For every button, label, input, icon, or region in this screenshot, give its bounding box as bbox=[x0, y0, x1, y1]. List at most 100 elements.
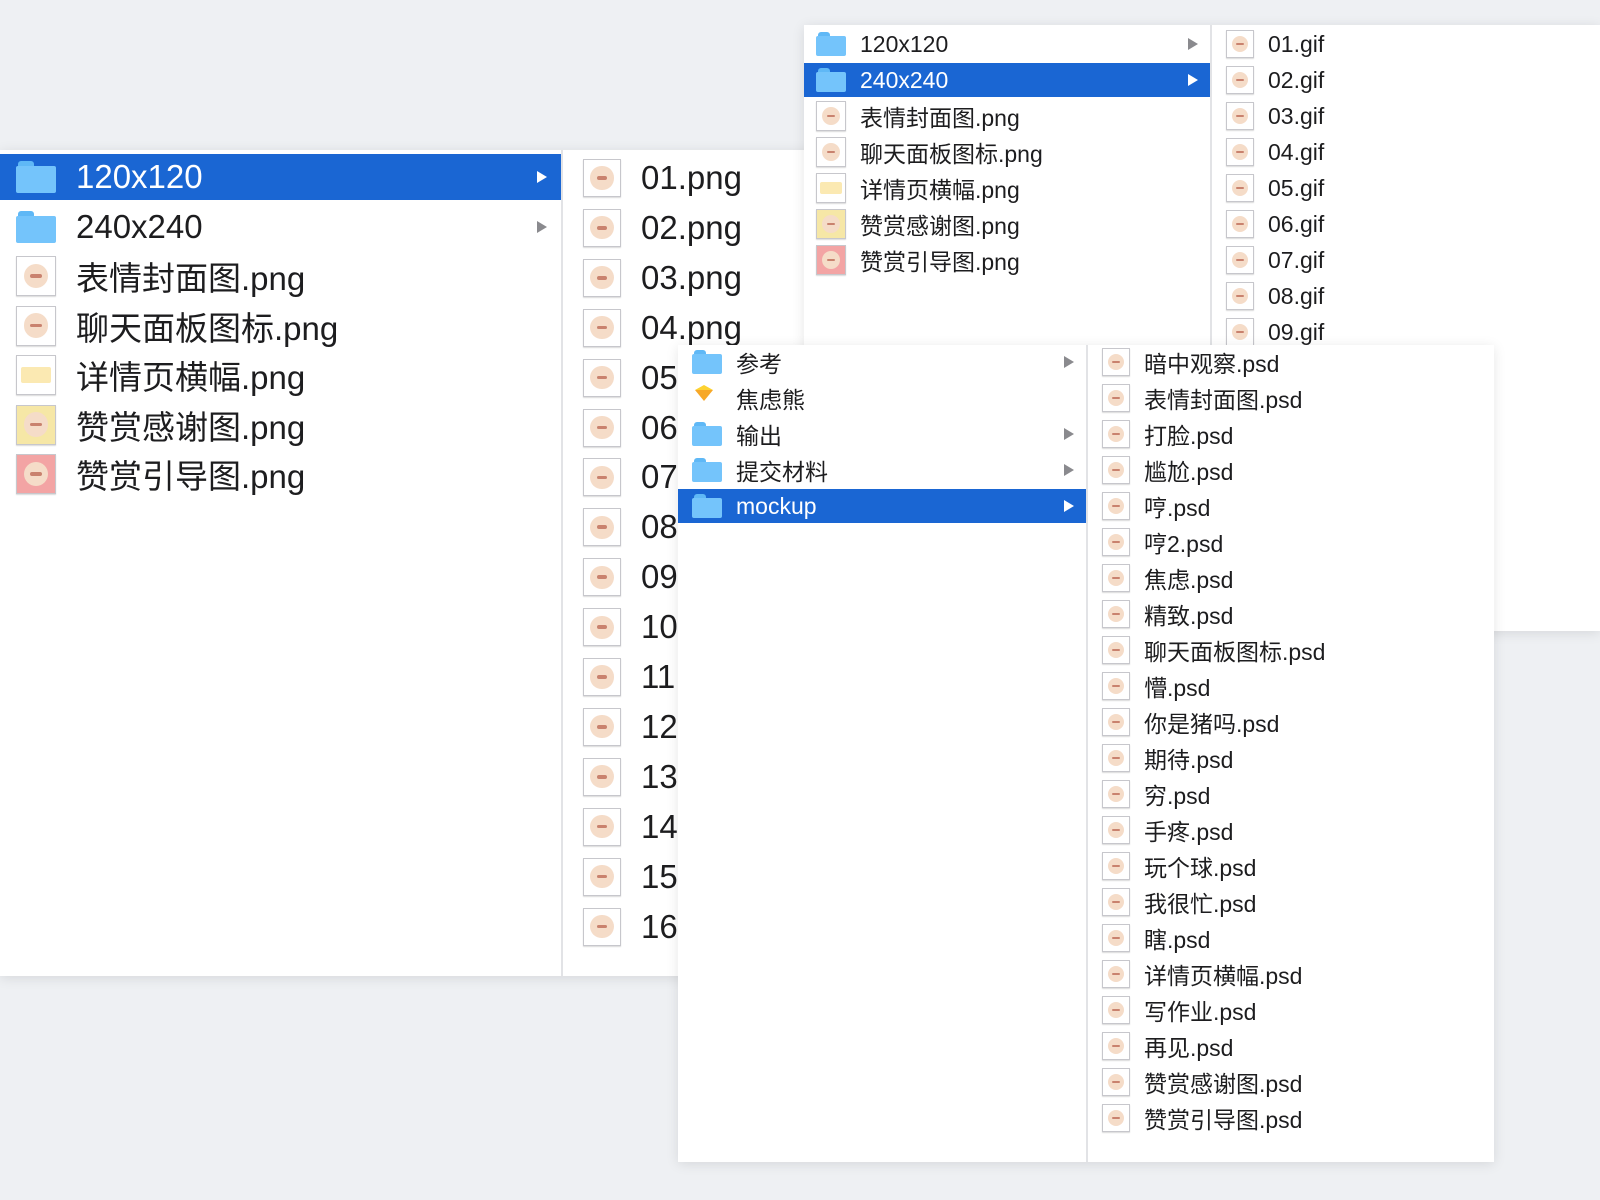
file-row[interactable]: 表情封面图.png bbox=[0, 253, 561, 299]
file-row[interactable]: 参考 bbox=[678, 345, 1086, 379]
item-label: 瞎.psd bbox=[1144, 927, 1211, 953]
image-icon bbox=[16, 404, 56, 445]
file-row[interactable]: 240x240 bbox=[804, 63, 1210, 97]
image-icon bbox=[1102, 816, 1130, 844]
file-row[interactable]: 赞赏感谢图.psd bbox=[1088, 1065, 1494, 1099]
file-row[interactable]: 打脸.psd bbox=[1088, 417, 1494, 451]
column-bottom-level1[interactable]: 参考焦虑熊输出提交材料 mockup bbox=[678, 345, 1088, 1162]
file-row[interactable]: 01.png bbox=[563, 156, 820, 200]
file-row[interactable]: 赞赏引导图.png bbox=[0, 451, 561, 497]
item-label: 输出 bbox=[736, 423, 782, 449]
column-bottom-level2[interactable]: 暗中观察.psd 表情封面图.psd 打脸.psd 尴尬.psd 哼.psd 哼2.psd… bbox=[1088, 345, 1494, 1162]
image-icon bbox=[1102, 960, 1130, 988]
item-label: 07.gif bbox=[1268, 246, 1325, 273]
item-label: 暗中观察.psd bbox=[1144, 351, 1280, 377]
image-icon bbox=[583, 408, 621, 447]
file-row[interactable]: 穷.psd bbox=[1088, 777, 1494, 811]
file-row[interactable]: 尴尬.psd bbox=[1088, 453, 1494, 487]
item-label: 08 bbox=[641, 508, 678, 546]
file-row[interactable]: 你是猪吗.psd bbox=[1088, 705, 1494, 739]
file-row[interactable]: 02.png bbox=[563, 206, 820, 250]
file-row[interactable]: 02.gif bbox=[1212, 63, 1600, 97]
file-row[interactable]: 输出 bbox=[678, 417, 1086, 451]
image-icon bbox=[1102, 1032, 1130, 1060]
file-row[interactable]: 我很忙.psd bbox=[1088, 885, 1494, 919]
image-icon bbox=[1102, 456, 1130, 484]
file-row[interactable]: 120x120 bbox=[804, 27, 1210, 61]
file-row[interactable]: 详情页横幅.png bbox=[0, 352, 561, 398]
file-row[interactable]: 瞎.psd bbox=[1088, 921, 1494, 955]
item-label: 我很忙.psd bbox=[1144, 891, 1257, 917]
file-row[interactable]: 04.gif bbox=[1212, 135, 1600, 169]
file-row[interactable]: 详情页横幅.png bbox=[804, 171, 1210, 205]
item-label: 03.gif bbox=[1268, 102, 1325, 129]
file-row[interactable]: 手疼.psd bbox=[1088, 813, 1494, 847]
file-row[interactable]: 聊天面板图标.png bbox=[0, 303, 561, 349]
item-label: 赞赏引导图.png bbox=[76, 458, 306, 495]
file-row[interactable]: 08.gif bbox=[1212, 279, 1600, 313]
file-row[interactable]: 07.gif bbox=[1212, 243, 1600, 277]
item-label: 11 bbox=[641, 658, 676, 695]
file-row[interactable]: 精致.psd bbox=[1088, 597, 1494, 631]
folder-icon bbox=[816, 68, 846, 93]
column-left-level1[interactable]: 120x120 240x240 表情封面图.png 聊天面板图标.png 详情页横幅.p… bbox=[0, 150, 563, 976]
image-icon bbox=[583, 658, 621, 696]
item-label: 120x120 bbox=[76, 158, 203, 195]
item-label: 精致.psd bbox=[1144, 603, 1234, 629]
item-label: 你是猪吗.psd bbox=[1144, 711, 1280, 737]
file-row[interactable]: 赞赏感谢图.png bbox=[804, 207, 1210, 241]
file-row[interactable]: 懵.psd bbox=[1088, 669, 1494, 703]
image-icon bbox=[1102, 600, 1130, 628]
item-label: 详情页横幅.png bbox=[860, 177, 1020, 203]
file-row[interactable]: 暗中观察.psd bbox=[1088, 345, 1494, 379]
file-row[interactable]: 再见.psd bbox=[1088, 1029, 1494, 1063]
file-row[interactable]: mockup bbox=[678, 489, 1086, 523]
file-row[interactable]: 焦虑.psd bbox=[1088, 561, 1494, 595]
file-row[interactable]: 表情封面图.png bbox=[804, 99, 1210, 133]
file-row[interactable]: 01.gif bbox=[1212, 27, 1600, 61]
image-icon bbox=[1226, 138, 1254, 166]
item-label: 期待.psd bbox=[1144, 747, 1234, 773]
item-label: 03.png bbox=[641, 258, 742, 296]
image-icon bbox=[816, 245, 846, 275]
file-row[interactable]: 06.gif bbox=[1212, 207, 1600, 241]
item-label: 07 bbox=[641, 458, 678, 496]
item-label: 表情封面图.png bbox=[860, 105, 1020, 131]
item-label: 赞赏感谢图.png bbox=[76, 408, 306, 446]
file-row[interactable]: 03.png bbox=[563, 256, 820, 300]
item-label: 01.png bbox=[641, 159, 742, 196]
file-row[interactable]: 哼.psd bbox=[1088, 489, 1494, 523]
item-label: mockup bbox=[736, 492, 817, 519]
item-label: 04.png bbox=[641, 308, 742, 346]
file-row[interactable]: 聊天面板图标.png bbox=[804, 135, 1210, 169]
item-label: 参考 bbox=[736, 351, 782, 377]
file-row[interactable]: 赞赏引导图.psd bbox=[1088, 1101, 1494, 1135]
file-row[interactable]: 表情封面图.psd bbox=[1088, 381, 1494, 415]
item-label: 06.gif bbox=[1268, 210, 1325, 237]
file-row[interactable]: 240x240 bbox=[0, 204, 561, 250]
image-icon bbox=[583, 608, 621, 647]
file-row[interactable]: 提交材料 bbox=[678, 453, 1086, 487]
image-icon bbox=[16, 305, 56, 346]
file-row[interactable]: 玩个球.psd bbox=[1088, 849, 1494, 883]
file-row[interactable]: 03.gif bbox=[1212, 99, 1600, 133]
item-label: 聊天面板图标.psd bbox=[1144, 639, 1326, 665]
file-row[interactable]: 焦虑熊 bbox=[678, 381, 1086, 415]
image-icon bbox=[1102, 348, 1130, 376]
image-icon bbox=[583, 807, 621, 846]
file-row[interactable]: 聊天面板图标.psd bbox=[1088, 633, 1494, 667]
image-icon bbox=[1102, 636, 1130, 664]
file-row[interactable]: 哼2.psd bbox=[1088, 525, 1494, 559]
file-row[interactable]: 赞赏感谢图.png bbox=[0, 402, 561, 448]
file-row[interactable]: 赞赏引导图.png bbox=[804, 243, 1210, 277]
file-row[interactable]: 04.png bbox=[563, 306, 820, 350]
file-row[interactable]: 05.gif bbox=[1212, 171, 1600, 205]
file-row[interactable]: 120x120 bbox=[0, 154, 561, 200]
file-row[interactable]: 详情页横幅.psd bbox=[1088, 957, 1494, 991]
item-label: 赞赏感谢图.png bbox=[860, 213, 1020, 239]
image-icon bbox=[1226, 174, 1254, 202]
file-row[interactable]: 期待.psd bbox=[1088, 741, 1494, 775]
file-row[interactable]: 写作业.psd bbox=[1088, 993, 1494, 1027]
file-row[interactable]: 09.gif bbox=[1212, 315, 1600, 349]
image-icon bbox=[583, 558, 621, 597]
